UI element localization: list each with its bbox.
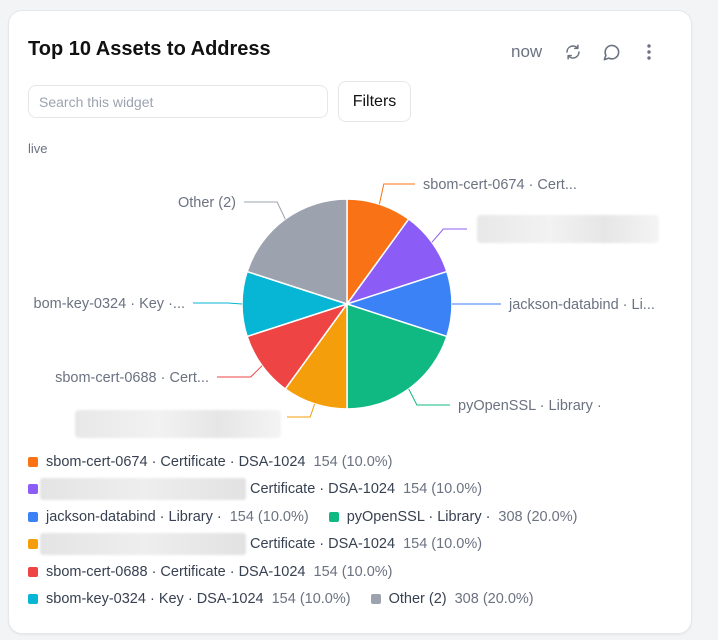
slice-label: jackson-databind · Li...	[508, 297, 655, 313]
legend-value: 308 (20.0%)	[498, 508, 578, 525]
redacted-legend-label	[40, 478, 246, 501]
legend-value: 308 (20.0%)	[454, 591, 534, 608]
legend-value: 154 (10.0%)	[403, 536, 483, 553]
slice-label: sbom-cert-0674 · Cert...	[423, 177, 577, 193]
legend-swatch	[28, 511, 38, 522]
redacted-label-amber	[75, 410, 281, 438]
legend-item[interactable]: Certificate · DSA-1024 154 (10.0%)	[28, 478, 483, 501]
assets-widget-card: Top 10 Assets to Address now Filters	[8, 10, 692, 634]
leader-line	[408, 388, 450, 406]
leader-line	[287, 403, 316, 418]
slice-label: Other (2)	[178, 195, 236, 211]
legend-item[interactable]: jackson-databind · Library · 154 (10.0%)	[28, 509, 309, 525]
legend-swatch	[28, 566, 38, 577]
legend-row: sbom-cert-0688 · Certificate · DSA-1024 1…	[28, 558, 678, 586]
legend-value: 154 (10.0%)	[313, 563, 393, 580]
legend-item[interactable]: sbom-key-0324 · Key · DSA-1024 154 (10.0%…	[28, 591, 351, 607]
legend-row: Certificate · DSA-1024 154 (10.0%)	[28, 531, 678, 559]
legend-item[interactable]: pyOpenSSL · Library · 308 (20.0%)	[328, 508, 578, 525]
legend-swatch	[328, 511, 339, 522]
legend-item[interactable]: Certificate · DSA-1024 154 (10.0%)	[28, 533, 483, 556]
legend-label: Certificate · DSA-1024	[250, 536, 396, 553]
leader-line	[217, 365, 263, 378]
slice-label: pyOpenSSL · Library ·	[458, 398, 602, 414]
leader-line	[378, 183, 415, 205]
slice-label: bom-key-0324 · Key ·...	[34, 296, 186, 312]
legend-label: sbom-cert-0674 · Certificate · DSA-1024	[46, 453, 306, 470]
legend-swatch	[28, 456, 38, 467]
legend-row: sbom-key-0324 · Key · DSA-1024 154 (10.0%…	[28, 586, 678, 614]
legend-label: sbom-key-0324 · Key · DSA-1024	[46, 591, 264, 608]
legend-swatch	[28, 539, 38, 550]
legend-value: 154 (10.0%)	[271, 591, 351, 608]
chart-legend: sbom-cert-0674 · Certificate · DSA-1024 1…	[28, 448, 678, 613]
legend-row: jackson-databind · Library · 154 (10.0%) p…	[28, 503, 678, 531]
redacted-label-purple	[477, 215, 659, 243]
legend-swatch	[28, 594, 38, 605]
legend-row: Certificate · DSA-1024 154 (10.0%)	[28, 476, 678, 504]
legend-label: Certificate · DSA-1024	[250, 481, 396, 498]
legend-swatch	[370, 594, 381, 605]
leader-line	[431, 228, 467, 243]
legend-label: pyOpenSSL · Library ·	[346, 508, 491, 525]
legend-swatch	[28, 484, 38, 495]
legend-item[interactable]: sbom-cert-0688 · Certificate · DSA-1024 1…	[28, 564, 393, 580]
leader-line	[193, 302, 243, 305]
legend-label: Other (2)	[388, 591, 447, 608]
redacted-legend-label	[40, 533, 246, 556]
leader-line	[244, 201, 286, 220]
legend-value: 154 (10.0%)	[313, 453, 393, 470]
legend-value: 154 (10.0%)	[229, 508, 309, 525]
legend-item[interactable]: Other (2) 308 (20.0%)	[370, 591, 534, 608]
legend-row: sbom-cert-0674 · Certificate · DSA-1024 1…	[28, 448, 678, 476]
legend-label: jackson-databind · Library ·	[46, 508, 222, 525]
legend-item[interactable]: sbom-cert-0674 · Certificate · DSA-1024 1…	[28, 454, 393, 470]
slice-label: sbom-cert-0688 · Cert...	[55, 370, 209, 386]
legend-label: sbom-cert-0688 · Certificate · DSA-1024	[46, 563, 306, 580]
legend-value: 154 (10.0%)	[403, 481, 483, 498]
